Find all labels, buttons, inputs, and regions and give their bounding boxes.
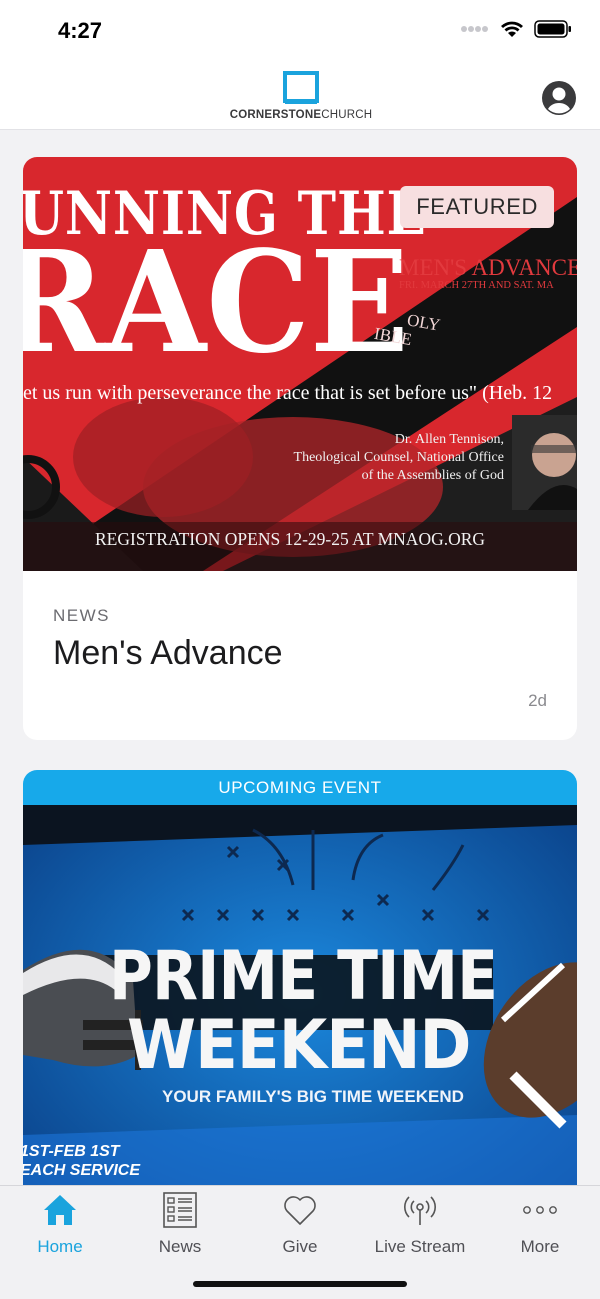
tab-give[interactable]: Give — [240, 1190, 360, 1260]
logo-text-light: CHURCH — [321, 109, 373, 121]
event-service: EACH SERVICE — [23, 1162, 141, 1179]
event-headline-2: WEEKEND — [127, 1006, 471, 1085]
card-title: Men's Advance — [53, 634, 283, 672]
hero-speaker-name: Dr. Allen Tennison, — [394, 432, 504, 447]
tab-label: More — [520, 1237, 560, 1256]
tab-label: Live Stream — [374, 1237, 466, 1256]
home-icon — [44, 1195, 76, 1225]
upcoming-event-card[interactable]: UPCOMING EVENT PRIME TIME WEEKEND YOUR F… — [23, 770, 577, 1185]
tab-label: Home — [37, 1237, 83, 1256]
hero-headline-2: RACE — [23, 221, 410, 385]
featured-card-image: UNNING THE RACE MEN'S ADVANCE FRI. MARCH… — [23, 157, 577, 571]
home-feed[interactable]: UNNING THE RACE MEN'S ADVANCE FRI. MARCH… — [0, 131, 600, 1185]
status-bar: 4:27 — [0, 0, 600, 64]
logo-text-bold: CORNERSTONE — [229, 109, 322, 121]
wifi-icon — [501, 21, 523, 37]
more-icon — [523, 1206, 557, 1214]
hero-event-title: MEN'S ADVANCE — [399, 255, 577, 280]
card-timestamp: 2d — [528, 691, 547, 710]
tab-live-stream[interactable]: Live Stream — [360, 1190, 480, 1260]
signal-icon — [461, 26, 488, 32]
tab-home[interactable]: Home — [0, 1190, 120, 1260]
hero-speaker-role-2: of the Assemblies of God — [361, 468, 504, 483]
status-indicators — [460, 20, 572, 38]
tab-label: News — [158, 1237, 202, 1256]
home-indicator[interactable] — [193, 1281, 407, 1287]
heart-icon — [284, 1196, 316, 1225]
upcoming-event-banner: UPCOMING EVENT — [23, 770, 577, 805]
upcoming-event-image: PRIME TIME WEEKEND YOUR FAMILY'S BIG TIM… — [23, 805, 577, 1185]
app-header: CORNERSTONECHURCH — [0, 64, 600, 130]
logo-text: CORNERSTONECHURCH — [228, 109, 374, 121]
event-dates: 1ST-FEB 1ST — [23, 1143, 120, 1160]
logo-square-icon — [283, 71, 319, 104]
news-icon — [163, 1192, 197, 1228]
event-tagline: YOUR FAMILY'S BIG TIME WEEKEND — [162, 1087, 464, 1106]
status-time: 4:27 — [58, 18, 103, 43]
hero-quote: et us run with perseverance the race tha… — [23, 382, 553, 404]
battery-icon — [534, 20, 571, 38]
tab-label: Give — [282, 1237, 318, 1256]
church-logo[interactable]: CORNERSTONECHURCH — [228, 71, 374, 125]
featured-badge: FEATURED — [400, 186, 554, 228]
event-headline-1: PRIME TIME — [109, 937, 498, 1016]
profile-button[interactable] — [541, 80, 577, 116]
featured-card[interactable]: UNNING THE RACE MEN'S ADVANCE FRI. MARCH… — [23, 157, 577, 740]
hero-speaker-role-1: Theological Counsel, National Office — [293, 450, 504, 465]
hero-registration: REGISTRATION OPENS 12-29-25 AT MNAOG.ORG — [95, 529, 486, 549]
hero-event-dates: FRI. MARCH 27TH AND SAT. MA — [399, 280, 554, 291]
broadcast-icon — [404, 1196, 436, 1225]
tab-news[interactable]: News — [120, 1190, 240, 1260]
tab-more[interactable]: More — [480, 1190, 600, 1260]
card-category: NEWS — [53, 606, 110, 625]
